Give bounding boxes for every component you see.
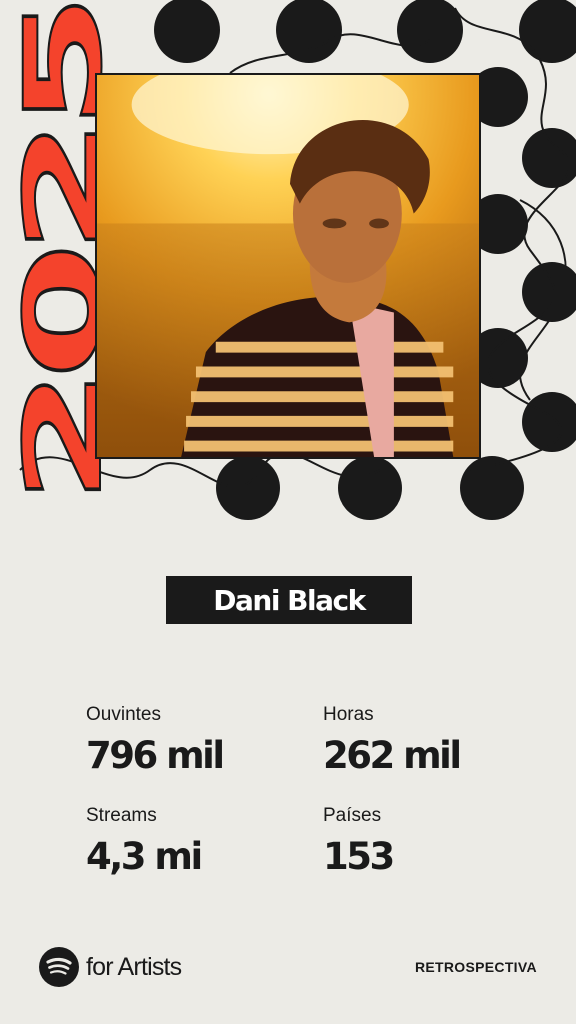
stat-label: Horas [323,704,374,725]
dot [397,0,463,63]
dot [338,456,402,520]
wrapped-card: 2025 Dani Black Ouvintes 796 mil Horas 2… [0,0,576,1024]
stat-listeners: Ouvintes 796 mil [86,704,225,777]
stat-label: Países [323,805,382,826]
stat-countries: Países 153 [323,805,395,878]
dot [522,392,576,452]
artist-name: Dani Black [213,583,366,617]
stat-value: 796 mil [86,734,225,777]
footer-brand: for Artists [39,947,182,987]
dot [216,456,280,520]
stat-hours: Horas 262 mil [323,704,462,777]
retrospective-tag: RETROSPECTIVA [415,959,537,975]
dot [519,0,576,63]
stat-value: 262 mil [323,734,462,777]
stat-label: Ouvintes [86,704,161,725]
artist-name-box: Dani Black [166,576,412,624]
brand-label: for Artists [86,952,182,981]
stat-label: Streams [86,805,157,826]
artist-photo [95,73,481,459]
stat-streams: Streams 4,3 mi [86,805,203,878]
stat-value: 4,3 mi [86,835,203,878]
dot [522,262,576,322]
artist-photo-image [97,75,479,457]
stat-value: 153 [323,835,395,878]
dot [154,0,220,63]
spotify-logo-icon [39,947,79,987]
